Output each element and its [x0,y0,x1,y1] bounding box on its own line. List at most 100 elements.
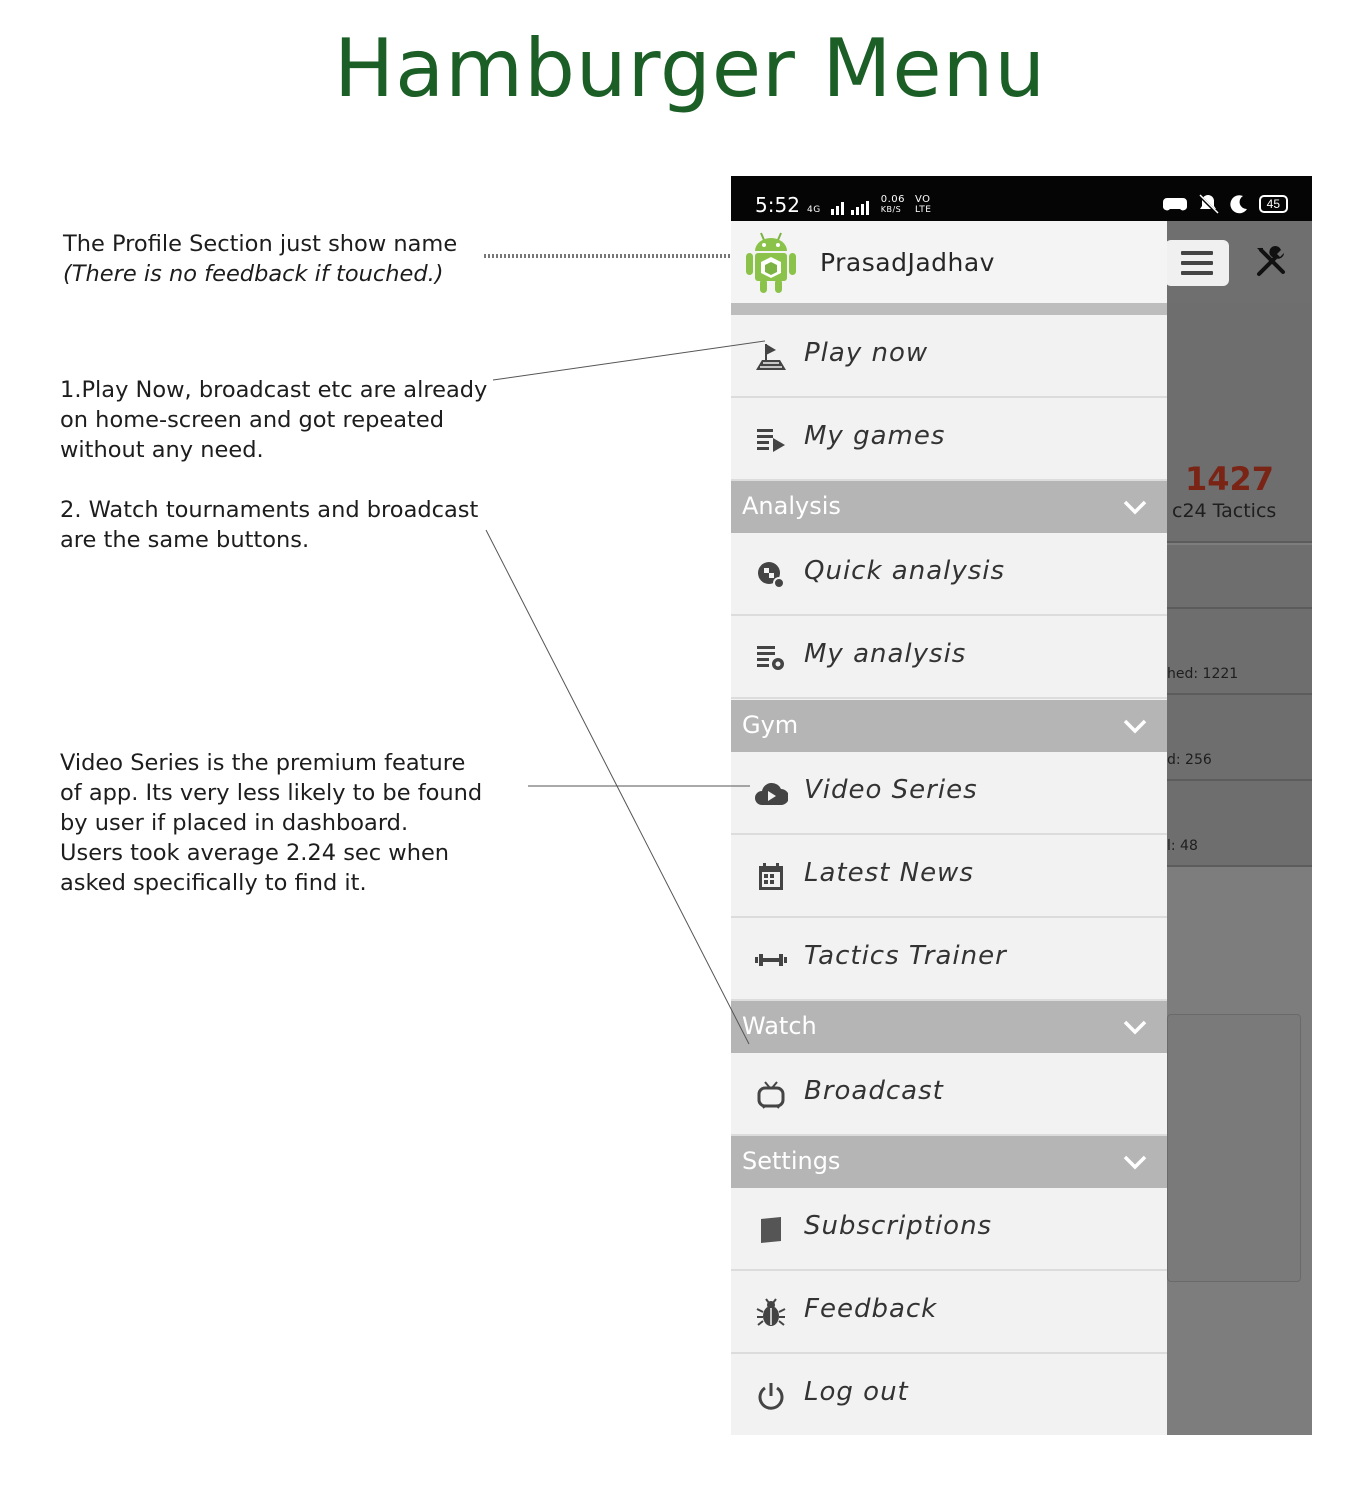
chevron-down-icon [1123,1155,1147,1170]
video-note-line: Users took average 2.24 sec when [60,840,450,866]
video-note-line: of app. Its very less likely to be found [60,780,483,806]
menu-item-log-out[interactable]: Log out [731,1354,1167,1435]
section-label: Settings [742,1147,841,1175]
quick-analysis-icon [754,558,788,592]
gamepad-icon [1162,198,1187,211]
section-header-gym[interactable]: Gym [731,700,1167,752]
menu-item-tactics-trainer[interactable]: Tactics Trainer [731,918,1167,1001]
section-label: Analysis [742,492,841,520]
repeat-note-line: without any need. [60,437,264,463]
menu-label: Subscriptions [804,1211,993,1241]
menu-label: Latest News [804,858,974,888]
menu-label: Play now [804,338,929,368]
profile-note-line: The Profile Section just show name [63,231,458,257]
menu-label: Quick analysis [804,556,1006,586]
menu-label: Broadcast [804,1076,944,1106]
menu-label: My games [804,421,946,451]
battery-indicator: 45 [1258,195,1288,213]
repeat-note-line: 2. Watch tournaments and broadcast [60,497,479,523]
bug-icon [754,1296,788,1330]
hamburger-bar [1181,271,1213,275]
repeat-note-line: are the same buttons. [60,527,310,553]
menu-item-quick-analysis[interactable]: Quick analysis [731,533,1167,616]
hamburger-bar [1181,261,1213,265]
section-label: Gym [742,711,799,739]
menu-item-subscriptions[interactable]: Subscriptions [731,1188,1167,1271]
profile-note: The Profile Section just show name (Ther… [63,229,457,289]
chevron-down-icon [1123,500,1147,515]
calendar-icon [754,860,788,894]
bg-card [1167,609,1312,695]
menu-item-broadcast[interactable]: Broadcast [731,1053,1167,1136]
chessboard-flag-icon [754,340,788,374]
analysis-list-icon [754,641,788,675]
menu-item-my-games[interactable]: My games [731,398,1167,481]
net-speed-unit: KB/S [880,205,902,214]
page-title: Hamburger Menu [333,22,1047,115]
section-header-analysis[interactable]: Analysis [731,481,1167,533]
hamburger-menu-button[interactable] [1165,240,1229,286]
game-list-icon [754,423,788,457]
volte-indicator: VO LTE [914,194,932,216]
signal-icon [830,201,869,215]
profile-divider [731,303,1167,315]
menu-label: Video Series [804,775,978,805]
video-note-line: Video Series is the premium feature [60,750,466,776]
section-header-watch[interactable]: Watch [731,1001,1167,1053]
section-header-settings[interactable]: Settings [731,1136,1167,1188]
play-now-pointer-line [492,340,766,381]
tactics-rating-label: c24 Tactics [1172,500,1277,522]
menu-item-video-series[interactable]: Video Series [731,752,1167,835]
navigation-drawer: PrasadJadhav Play now My games Analysis [731,221,1167,1435]
menu-label: Tactics Trainer [804,941,1007,971]
dumbbell-icon [754,943,788,977]
repeat-note-line: 1.Play Now, broadcast etc are already [60,377,488,403]
bg-stat: d: 256 [1167,752,1212,768]
bg-card [1167,695,1312,781]
video-note: Video Series is the premium feature of a… [60,748,482,898]
bg-stat: hed: 1221 [1167,666,1239,682]
android-icon [746,232,796,293]
net-type: 4G [807,205,821,215]
section-label: Watch [742,1012,817,1040]
menu-label: Feedback [804,1294,938,1324]
moon-icon [1230,195,1247,214]
profile-section[interactable]: PrasadJadhav [731,221,1167,303]
tactics-rating: 1427 [1185,460,1275,498]
volte-bottom: LTE [914,205,932,215]
volte-top: VO [914,194,931,205]
net-speed: 0.06 KB/S [881,195,905,215]
menu-item-play-now[interactable]: Play now [731,315,1167,398]
menu-label: My analysis [804,639,967,669]
menu-item-my-analysis[interactable]: My analysis [731,616,1167,699]
status-time: 5:52 [755,193,800,217]
repeat-note: 1.Play Now, broadcast etc are already on… [60,375,487,555]
video-cloud-icon [754,777,788,811]
tv-icon [754,1078,788,1112]
video-note-line: asked specifically to find it. [60,870,367,896]
bell-off-icon [1197,193,1219,215]
video-note-line: by user if placed in dashboard. [60,810,409,836]
shield-icon [754,1213,788,1247]
bg-card [1167,781,1312,867]
profile-name: PrasadJadhav [820,248,995,277]
tools-icon[interactable] [1253,244,1289,280]
power-icon [754,1379,788,1413]
bg-stat: l: 48 [1167,838,1198,854]
bg-card [1167,545,1312,609]
profile-note-line: (There is no feedback if touched.) [63,261,444,287]
net-speed-value: 0.06 [880,194,905,205]
menu-label: Log out [804,1377,909,1407]
status-right-icons: 45 [1162,193,1288,215]
menu-item-feedback[interactable]: Feedback [731,1271,1167,1354]
menu-item-latest-news[interactable]: Latest News [731,835,1167,918]
hamburger-bar [1181,251,1213,255]
status-bar: 5:52 4G 0.06 KB/S VO LTE 45 [731,176,1312,221]
phone-screenshot: 5:52 4G 0.06 KB/S VO LTE 45 1427 c24 Tac… [731,176,1312,1435]
repeat-note-line: on home-screen and got repeated [60,407,444,433]
watch-pointer-line [485,529,750,1045]
network-indicators: 4G 0.06 KB/S VO LTE [807,195,931,215]
bg-box [1167,1014,1301,1282]
chevron-down-icon [1123,1020,1147,1035]
chevron-down-icon [1123,719,1147,734]
